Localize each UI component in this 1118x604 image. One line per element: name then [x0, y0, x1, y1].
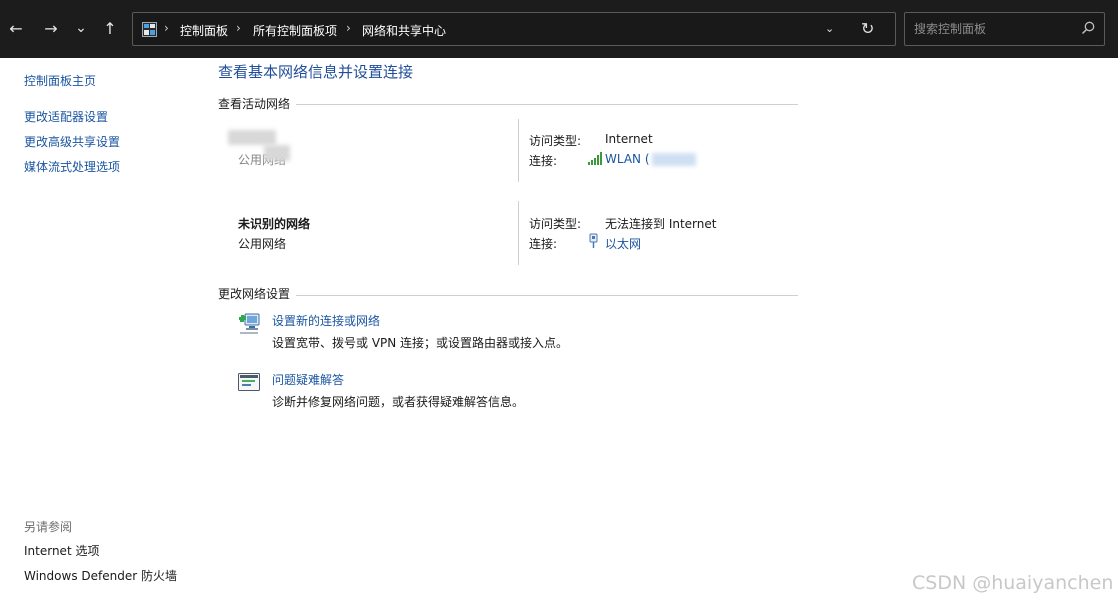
wlan-connection-link[interactable]: WLAN (	[605, 152, 650, 166]
forward-button[interactable]: →	[40, 17, 62, 39]
forward-arrow-icon: →	[44, 18, 58, 38]
redacted-network-info	[264, 145, 290, 161]
access-type-value: Internet	[605, 132, 653, 146]
change-adapter-settings-link[interactable]: 更改适配器设置	[24, 108, 108, 125]
troubleshoot-problems-link[interactable]: 问题疑难解答	[272, 371, 344, 388]
set-up-new-connection-link[interactable]: 设置新的连接或网络	[272, 312, 380, 329]
address-dropdown-icon[interactable]: ⌄	[825, 22, 834, 35]
chevron-right-icon[interactable]: ›	[236, 21, 241, 35]
up-arrow-icon: ↑	[103, 18, 117, 38]
network-name: 未识别的网络	[238, 217, 311, 231]
active-networks-heading: 查看活动网络	[218, 95, 297, 112]
access-type-label: 访问类型:	[529, 134, 582, 148]
change-settings-heading: 更改网络设置	[218, 285, 297, 302]
search-icon[interactable]	[1080, 20, 1096, 36]
up-button[interactable]: ↑	[99, 17, 121, 39]
windows-defender-firewall-link[interactable]: Windows Defender 防火墙	[24, 567, 177, 584]
search-box[interactable]	[904, 12, 1105, 46]
page-title: 查看基本网络信息并设置连接	[218, 63, 414, 81]
ethernet-icon	[589, 233, 598, 248]
connection-label: 连接:	[529, 237, 558, 251]
address-bar[interactable]: › 控制面板 › 所有控制面板项 › 网络和共享中心 ⌄ ↻	[132, 12, 896, 46]
breadcrumb-all-items[interactable]: 所有控制面板项	[253, 22, 337, 39]
back-button[interactable]: ←	[5, 17, 27, 39]
new-connection-icon	[239, 313, 260, 334]
redacted-wlan-name	[652, 153, 696, 166]
back-arrow-icon: ←	[9, 18, 23, 38]
chevron-right-icon[interactable]: ›	[346, 21, 351, 35]
redacted-network-name	[228, 130, 276, 145]
control-panel-icon	[142, 22, 157, 37]
access-type-label: 访问类型:	[529, 217, 582, 231]
troubleshoot-icon	[238, 373, 260, 391]
chevron-right-icon: ›	[164, 21, 169, 35]
breadcrumb-network-center[interactable]: 网络和共享中心	[362, 22, 446, 39]
media-streaming-options-link[interactable]: 媒体流式处理选项	[24, 158, 120, 175]
troubleshoot-problems-description: 诊断并修复网络问题，或者获得疑难解答信息。	[272, 395, 525, 409]
network-divider	[518, 201, 519, 265]
internet-options-link[interactable]: Internet 选项	[24, 542, 99, 559]
refresh-icon[interactable]: ↻	[861, 19, 874, 38]
navigation-bar: ← → ⌄ ↑ › 控制面板 › 所有控制面板项 › 网络和共享中心 ⌄ ↻	[0, 0, 1118, 58]
section-divider	[218, 295, 798, 296]
wifi-signal-icon	[588, 152, 602, 165]
network-divider	[518, 119, 519, 182]
breadcrumb-control-panel[interactable]: 控制面板	[180, 22, 228, 39]
recent-locations-button[interactable]: ⌄	[70, 17, 92, 39]
ethernet-connection-link[interactable]: 以太网	[605, 235, 641, 252]
access-type-value: 无法连接到 Internet	[605, 217, 717, 231]
connection-label: 连接:	[529, 154, 558, 168]
search-input[interactable]	[906, 14, 1076, 44]
set-up-new-connection-description: 设置宽带、拨号或 VPN 连接；或设置路由器或接入点。	[272, 336, 569, 350]
change-advanced-sharing-link[interactable]: 更改高级共享设置	[24, 133, 120, 150]
section-divider	[218, 104, 798, 105]
chevron-down-icon: ⌄	[75, 20, 87, 36]
network-type: 公用网络	[238, 237, 287, 251]
control-panel-home-link[interactable]: 控制面板主页	[24, 72, 96, 89]
see-also-heading: 另请参阅	[24, 520, 73, 534]
watermark: CSDN @huaiyanchen	[912, 572, 1114, 594]
